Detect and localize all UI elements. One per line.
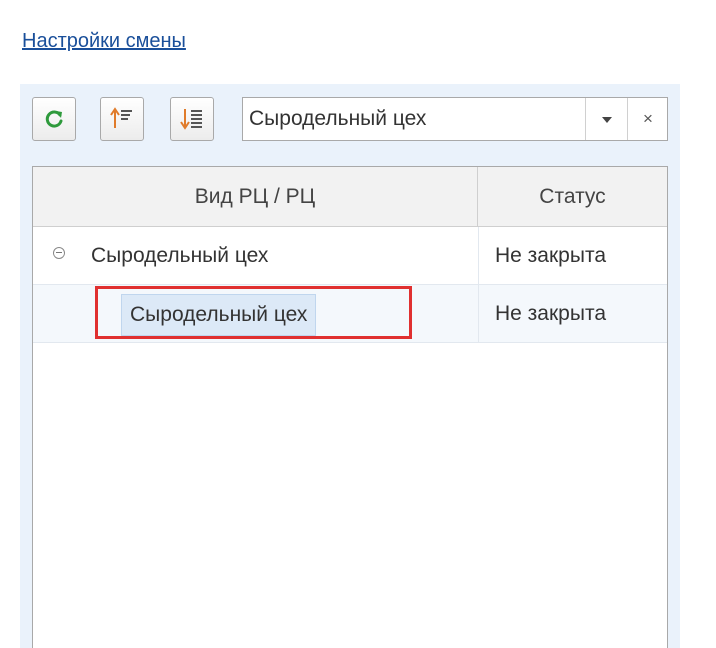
status-cell: Не закрыта xyxy=(478,227,667,284)
table-header: Вид РЦ / РЦ Статус xyxy=(33,167,667,227)
work-center-group-name: Сыродельный цех xyxy=(91,244,269,267)
work-center-panel: Сыродельный цех × Вид РЦ / РЦ Статус Сыр… xyxy=(20,84,680,648)
sort-descending-icon xyxy=(179,106,205,132)
sort-ascending-button[interactable] xyxy=(100,97,144,141)
chevron-down-icon xyxy=(602,110,612,128)
clear-button[interactable]: × xyxy=(627,98,668,140)
refresh-icon xyxy=(43,108,65,130)
refresh-button[interactable] xyxy=(32,97,76,141)
filter-value: Сыродельный цех xyxy=(249,107,427,130)
table-row[interactable]: Сыродельный цех Не закрыта xyxy=(33,227,667,285)
annotation-highlight-box xyxy=(95,286,412,339)
close-icon: × xyxy=(643,109,653,128)
toolbar: Сыродельный цех × xyxy=(20,84,680,166)
sort-ascending-icon xyxy=(109,106,135,132)
work-center-table: Вид РЦ / РЦ Статус Сыродельный цех Не за… xyxy=(32,166,668,648)
column-header-status[interactable]: Статус xyxy=(478,167,667,226)
column-header-work-center[interactable]: Вид РЦ / РЦ xyxy=(33,167,478,226)
dropdown-button[interactable] xyxy=(585,98,628,140)
sort-descending-button[interactable] xyxy=(170,97,214,141)
work-center-filter[interactable]: Сыродельный цех × xyxy=(242,97,668,141)
table-row[interactable]: Сыродельный цех Не закрыта xyxy=(33,285,667,343)
status-cell: Не закрыта xyxy=(478,285,667,342)
collapse-icon[interactable] xyxy=(53,247,65,259)
shift-settings-link[interactable]: Настройки смены xyxy=(22,30,186,53)
